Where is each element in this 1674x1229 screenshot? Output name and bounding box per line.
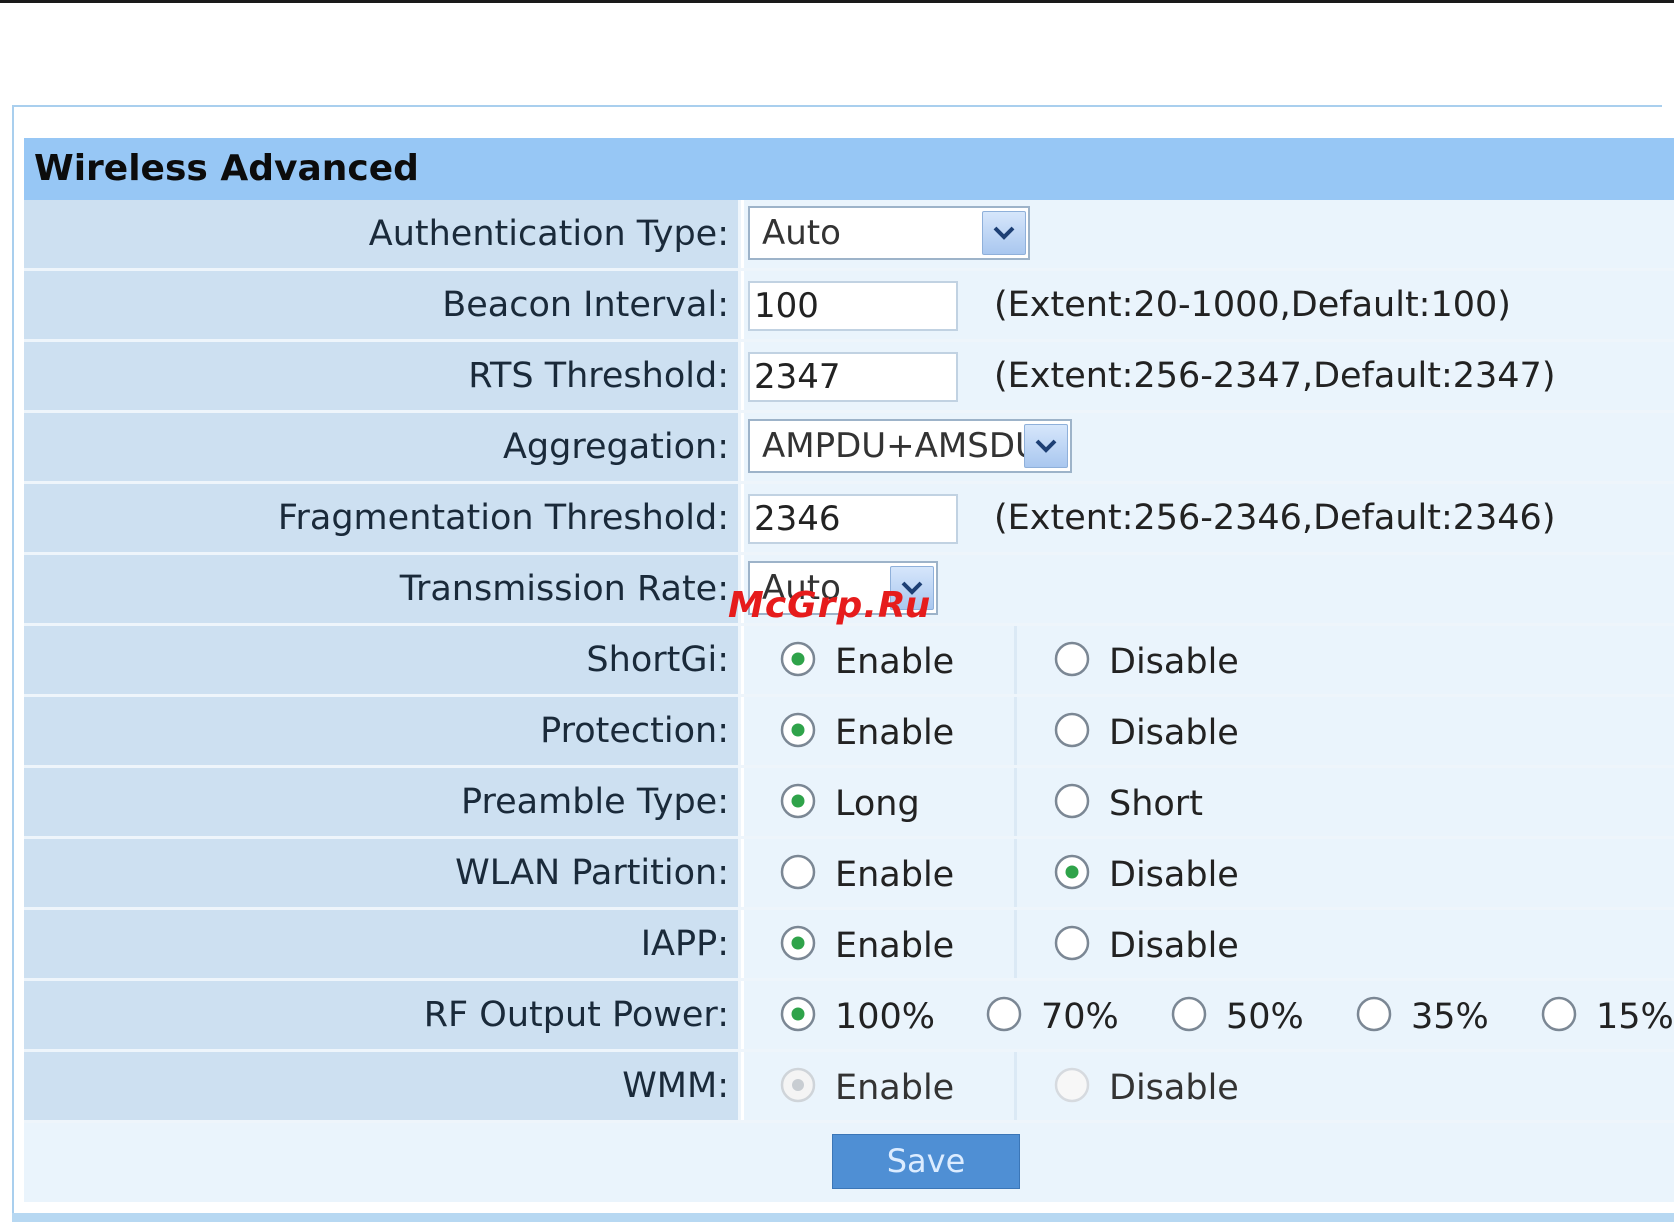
row-rf-output-power: RF Output Power: 100% 70% 50% 35% 15% [24,981,1674,1052]
radio-checked-icon[interactable] [780,783,816,819]
fragmentation-threshold-value-cell: 2346 (Extent:256-2346,Default:2346) [744,484,1674,552]
beacon-interval-input[interactable]: 100 [748,281,958,331]
radio-unchecked-icon[interactable] [1054,783,1090,819]
beacon-interval-value-cell: 100 (Extent:20-1000,Default:100) [744,271,1674,339]
aggregation-label: Aggregation: [24,413,741,481]
beacon-interval-hint: (Extent:20-1000,Default:100) [994,285,1511,325]
column-divider [1014,768,1017,836]
wlan-partition-disable-label: Disable [1109,855,1239,895]
fragmentation-threshold-input[interactable]: 2346 [748,494,958,544]
radio-unchecked-icon[interactable] [986,996,1022,1032]
beacon-interval-label: Beacon Interval: [24,271,741,339]
wmm-label: WMM: [24,1052,741,1120]
radio-unchecked-icon[interactable] [1356,996,1392,1032]
radio-unchecked-icon[interactable] [1054,925,1090,961]
wmm-disable-label: Disable [1109,1068,1239,1108]
wlan-partition-value-cell: Enable Disable [744,839,1674,907]
protection-value-cell: Enable Disable [744,697,1674,765]
rf-power-15-label: 15% [1596,997,1674,1037]
radio-unchecked-icon[interactable] [1054,712,1090,748]
auth-type-selected: Auto [762,213,841,253]
auth-type-label: Authentication Type: [24,200,741,268]
protection-enable-label: Enable [835,713,955,753]
column-divider [1014,839,1017,907]
panel-title: Wireless Advanced [24,138,1674,200]
preamble-short-label: Short [1109,784,1203,824]
radio-unchecked-icon[interactable] [1541,996,1577,1032]
row-wmm: WMM: Enable Disable [24,1052,1674,1123]
row-beacon-interval: Beacon Interval: 100 (Extent:20-1000,Def… [24,271,1674,342]
wmm-enable-label: Enable [835,1068,955,1108]
protection-disable-label: Disable [1109,713,1239,753]
short-gi-enable-label: Enable [835,642,955,682]
radio-disabled-checked-icon [780,1067,816,1103]
fragmentation-threshold-label: Fragmentation Threshold: [24,484,741,552]
radio-checked-icon[interactable] [780,712,816,748]
row-authentication-type: Authentication Type: Auto [24,200,1674,271]
chevron-down-icon[interactable] [982,211,1026,255]
rts-threshold-hint: (Extent:256-2347,Default:2347) [994,356,1556,396]
rf-power-50-label: 50% [1226,997,1304,1037]
row-short-gi: ShortGi: Enable Disable [24,626,1674,697]
radio-unchecked-icon[interactable] [780,854,816,890]
save-row: Save [24,1123,1674,1202]
aggregation-value-cell: AMPDU+AMSDU [744,413,1674,481]
transmission-rate-label: Transmission Rate: [24,555,741,623]
watermark-text: McGrp.Ru [728,585,932,626]
iapp-label: IAPP: [24,910,741,978]
aggregation-select[interactable]: AMPDU+AMSDU [748,419,1072,473]
iapp-enable-label: Enable [835,926,955,966]
row-fragmentation-threshold: Fragmentation Threshold: 2346 (Extent:25… [24,484,1674,555]
wlan-partition-enable-label: Enable [835,855,955,895]
rf-power-70-label: 70% [1041,997,1119,1037]
rts-threshold-label: RTS Threshold: [24,342,741,410]
short-gi-disable-label: Disable [1109,642,1239,682]
settings-form: Authentication Type: Auto Beacon Interva… [24,200,1674,1202]
save-button[interactable]: Save [832,1134,1020,1189]
row-aggregation: Aggregation: AMPDU+AMSDU [24,413,1674,484]
preamble-type-label: Preamble Type: [24,768,741,836]
short-gi-value-cell: Enable Disable [744,626,1674,694]
preamble-long-label: Long [835,784,920,824]
radio-checked-icon[interactable] [780,925,816,961]
rf-output-power-value-cell: 100% 70% 50% 35% 15% [744,981,1674,1049]
iapp-value-cell: Enable Disable [744,910,1674,978]
wmm-value-cell: Enable Disable [744,1052,1674,1120]
chevron-down-icon[interactable] [1024,424,1068,468]
row-protection: Protection: Enable Disable [24,697,1674,768]
top-border-line [0,0,1674,3]
rts-threshold-input[interactable]: 2347 [748,352,958,402]
rf-power-100-label: 100% [835,997,936,1037]
row-wlan-partition: WLAN Partition: Enable Disable [24,839,1674,910]
column-divider [1014,697,1017,765]
column-divider [1014,626,1017,694]
radio-checked-icon[interactable] [780,996,816,1032]
rts-threshold-value-cell: 2347 (Extent:256-2347,Default:2347) [744,342,1674,410]
preamble-type-value-cell: Long Short [744,768,1674,836]
protection-label: Protection: [24,697,741,765]
auth-type-select[interactable]: Auto [748,206,1030,260]
radio-checked-icon[interactable] [780,641,816,677]
fragmentation-threshold-hint: (Extent:256-2346,Default:2346) [994,498,1556,538]
radio-checked-icon[interactable] [1054,854,1090,890]
panel-bottom-bar [12,1213,1674,1222]
row-iapp: IAPP: Enable Disable [24,910,1674,981]
rf-power-35-label: 35% [1411,997,1489,1037]
row-preamble-type: Preamble Type: Long Short [24,768,1674,839]
radio-disabled-unchecked-icon [1054,1067,1090,1103]
auth-type-value-cell: Auto [744,200,1674,268]
aggregation-selected: AMPDU+AMSDU [762,426,1040,466]
row-rts-threshold: RTS Threshold: 2347 (Extent:256-2347,Def… [24,342,1674,413]
radio-unchecked-icon[interactable] [1054,641,1090,677]
wlan-partition-label: WLAN Partition: [24,839,741,907]
column-divider [1014,910,1017,978]
rf-output-power-label: RF Output Power: [24,981,741,1049]
short-gi-label: ShortGi: [24,626,741,694]
iapp-disable-label: Disable [1109,926,1239,966]
radio-unchecked-icon[interactable] [1171,996,1207,1032]
column-divider [1014,1052,1017,1120]
